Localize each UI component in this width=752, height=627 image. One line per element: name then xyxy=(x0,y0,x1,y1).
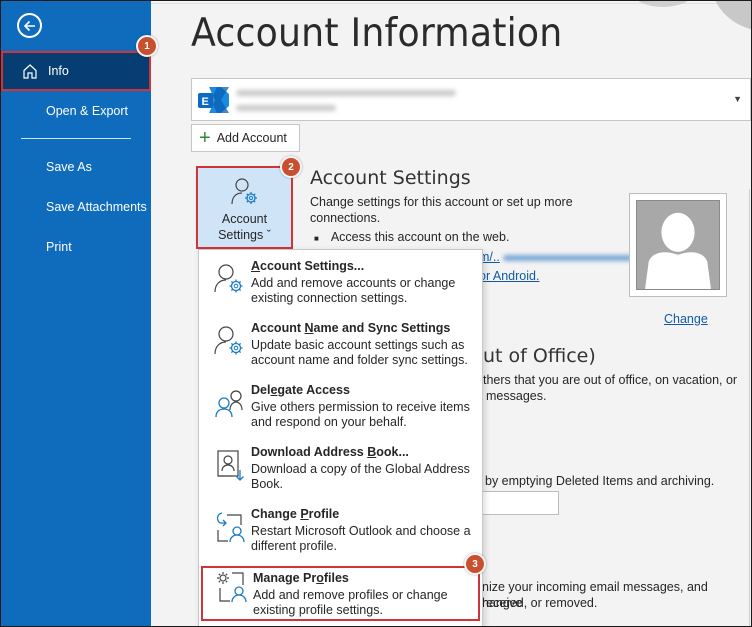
sidebar-divider xyxy=(21,138,131,139)
manage-profiles-icon xyxy=(217,572,247,603)
sidebar-item-label: Open & Export xyxy=(46,104,128,118)
account-sync-icon xyxy=(214,326,243,355)
svg-text:E: E xyxy=(202,96,209,108)
menu-item-account-settings[interactable]: Account Settings... Add and remove accou… xyxy=(199,256,482,318)
delegate-icon xyxy=(215,390,243,418)
menu-item-title: Account Settings... xyxy=(251,259,365,273)
account-settings-icon xyxy=(230,178,257,205)
account-settings-button[interactable]: Account Settings ˇ xyxy=(196,166,293,249)
sidebar-item-open-export[interactable]: Open & Export xyxy=(1,91,151,131)
bullet-icon: ■ xyxy=(314,234,319,243)
menu-item-title: Change Profile xyxy=(251,507,340,521)
step-badge-1: 1 xyxy=(136,35,158,57)
account-email-redacted xyxy=(236,90,456,96)
person-placeholder-icon xyxy=(636,200,720,290)
add-account-button[interactable]: + Add Account xyxy=(191,124,300,152)
mailbox-size-field xyxy=(481,491,559,515)
menu-item-title: Delegate Access xyxy=(251,383,350,397)
step-badge-3: 3 xyxy=(464,553,486,575)
address-book-icon xyxy=(217,450,244,481)
sidebar-item-save-as[interactable]: Save As xyxy=(1,147,151,187)
account-settings-button-line1: Account xyxy=(221,212,268,226)
sidebar-item-print[interactable]: Print xyxy=(1,227,151,267)
menu-item-description: Add and remove accounts or change existi… xyxy=(251,276,456,305)
account-selector[interactable]: E ▼ xyxy=(191,78,751,121)
account-settings-menu: Account Settings... Add and remove accou… xyxy=(198,249,483,626)
owa-link[interactable]: m/.. xyxy=(479,249,634,265)
menu-item-title: Manage Profiles xyxy=(253,571,349,585)
chevron-down-icon: ˇ xyxy=(266,228,271,242)
menu-item-description: Download a copy of the Global Address Bo… xyxy=(251,462,470,491)
mobile-link-text[interactable]: or Android. xyxy=(479,269,539,283)
account-settings-bullet: ■ Access this account on the web. xyxy=(314,229,509,247)
sidebar-item-save-attachments[interactable]: Save Attachments xyxy=(1,187,151,227)
sidebar-item-label: Print xyxy=(46,240,72,254)
sidebar-item-label: Save Attachments xyxy=(46,200,147,214)
sidebar-item-label: Save As xyxy=(46,160,92,174)
divider-vertical xyxy=(749,189,750,626)
change-profile-icon xyxy=(216,512,245,543)
change-photo-link[interactable]: Change xyxy=(664,311,708,327)
mobile-link[interactable]: or Android. xyxy=(479,268,539,284)
menu-item-description: Give others permission to receive items … xyxy=(251,400,470,429)
decorative-shape xyxy=(711,1,751,31)
account-settings-button-line2: Settings ˇ xyxy=(218,227,271,243)
step-badge-2: 2 xyxy=(280,156,302,178)
auto-replies-title: ut of Office) xyxy=(483,345,596,367)
chevron-down-icon: ▼ xyxy=(733,94,742,104)
menu-item-change-profile[interactable]: Change Profile Restart Microsoft Outlook… xyxy=(199,504,482,566)
auto-replies-desc-1: thers that you are out of office, on vac… xyxy=(483,373,738,387)
account-type-redacted xyxy=(236,105,336,111)
account-settings-icon xyxy=(214,264,243,293)
profile-photo[interactable] xyxy=(629,193,727,297)
account-settings-button-label: Settings xyxy=(218,228,264,242)
account-settings-title: Account Settings xyxy=(310,167,471,189)
rules-desc-2: hanged, or removed. xyxy=(482,596,598,610)
outlook-backstage: Info Open & Export Save As Save Attachme… xyxy=(0,0,752,627)
menu-item-download-address-book[interactable]: Download Address Book... Download a copy… xyxy=(199,442,482,504)
menu-item-account-name-sync[interactable]: Account Name and Sync Settings Update ba… xyxy=(199,318,482,380)
account-settings-description: Change settings for this account or set … xyxy=(310,195,573,225)
auto-replies-desc-2: messages. xyxy=(486,389,547,403)
menu-item-description: Update basic account settings such as ac… xyxy=(251,338,468,367)
add-account-label: Add Account xyxy=(216,131,287,145)
change-photo-text[interactable]: Change xyxy=(664,312,708,326)
menu-item-description: Add and remove profiles or change existi… xyxy=(253,588,448,617)
menu-item-title: Account Name and Sync Settings xyxy=(251,321,451,335)
exchange-icon: E xyxy=(198,87,229,113)
owa-link-redacted xyxy=(503,254,634,261)
page-title: Account Information xyxy=(191,11,563,56)
back-button[interactable] xyxy=(17,13,42,38)
menu-item-delegate-access[interactable]: Delegate Access Give others permission t… xyxy=(199,380,482,442)
sidebar-item-info[interactable]: Info xyxy=(1,51,151,91)
mailbox-cleanup-desc: by emptying Deleted Items and archiving. xyxy=(485,474,715,488)
backstage-sidebar: Info Open & Export Save As Save Attachme… xyxy=(1,1,151,626)
home-icon xyxy=(23,64,37,79)
menu-item-description: Restart Microsoft Outlook and choose a d… xyxy=(251,524,471,553)
plus-icon: + xyxy=(199,127,211,149)
menu-item-manage-profiles[interactable]: Manage Profiles Add and remove profiles … xyxy=(201,566,480,621)
menu-item-title: Download Address Book... xyxy=(251,445,409,459)
sidebar-item-label: Info xyxy=(48,64,69,78)
bullet-text: Access this account on the web. xyxy=(330,230,510,244)
arrow-left-icon xyxy=(23,20,35,31)
